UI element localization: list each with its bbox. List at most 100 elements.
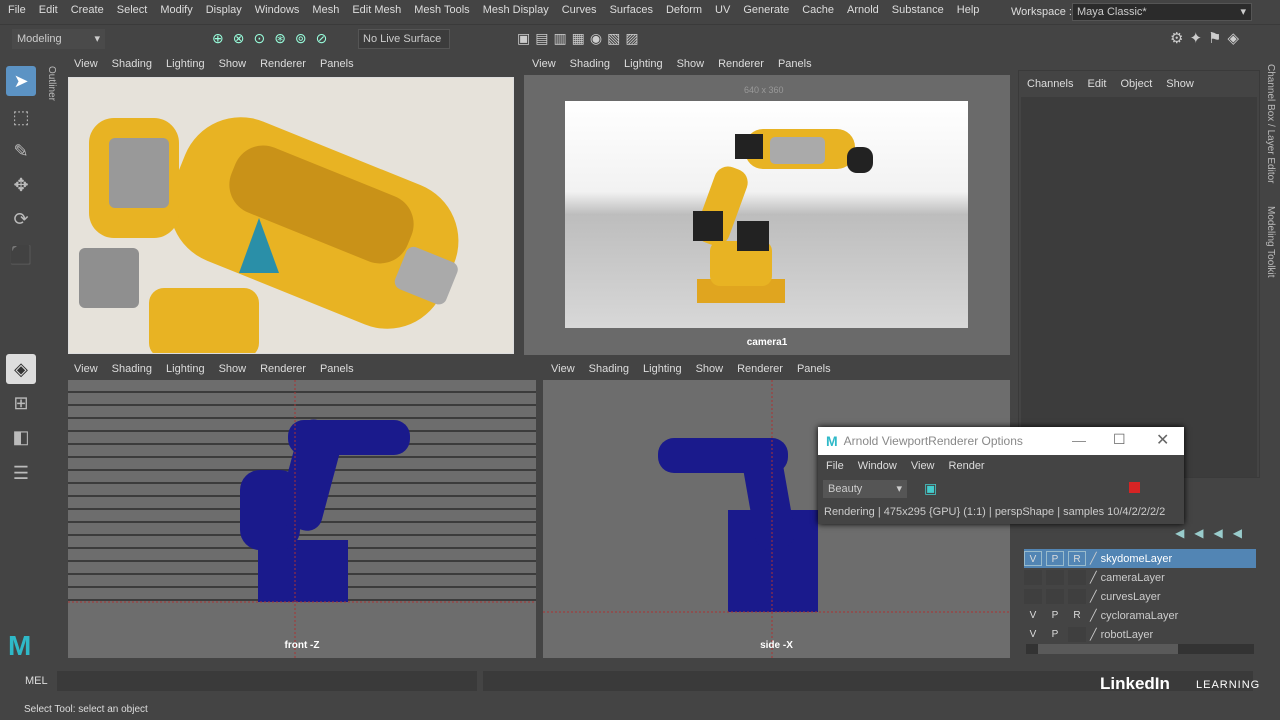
menu-lighting[interactable]: Lighting <box>643 363 682 375</box>
move-tool-button[interactable]: ✥ <box>6 170 36 200</box>
menu-arnold[interactable]: Arnold <box>847 4 879 16</box>
single-view-button[interactable]: ◈ <box>6 354 36 384</box>
menu-view[interactable]: View <box>74 58 98 70</box>
four-view-button[interactable]: ⊞ <box>6 388 36 418</box>
snap-icons[interactable]: ⊕⊗⊙⊛⊚⊘ <box>212 30 336 47</box>
menu-renderer[interactable]: Renderer <box>260 363 306 375</box>
render-toggle[interactable] <box>1068 589 1086 604</box>
menu-view[interactable]: View <box>551 363 575 375</box>
menu-shading[interactable]: Shading <box>589 363 629 375</box>
render-toggle[interactable]: R <box>1068 551 1086 566</box>
render-toggle[interactable]: R <box>1068 608 1086 623</box>
menu-show[interactable]: Show <box>696 363 724 375</box>
menu-help[interactable]: Help <box>957 4 980 16</box>
menu-edit-mesh[interactable]: Edit Mesh <box>352 4 401 16</box>
menu-edit[interactable]: Edit <box>39 4 58 16</box>
menu-surfaces[interactable]: Surfaces <box>610 4 653 16</box>
channel-box-tab[interactable]: Channel Box / Layer Editor <box>1265 64 1276 184</box>
panel-toggle-icons[interactable]: ⚙✦⚑◈ <box>1170 29 1245 47</box>
playback-toggle[interactable] <box>1046 589 1064 604</box>
menu-window[interactable]: Window <box>858 460 897 472</box>
menu-file[interactable]: File <box>826 460 844 472</box>
menu-view[interactable]: View <box>74 363 98 375</box>
menu-renderer[interactable]: Renderer <box>737 363 783 375</box>
menu-cache[interactable]: Cache <box>802 4 834 16</box>
menu-panels[interactable]: Panels <box>778 58 812 70</box>
menu-renderer[interactable]: Renderer <box>718 58 764 70</box>
render-toggle[interactable] <box>1068 627 1086 642</box>
menu-uv[interactable]: UV <box>715 4 730 16</box>
menu-view[interactable]: View <box>911 460 935 472</box>
playback-toggle[interactable]: P <box>1046 608 1064 623</box>
menu-select[interactable]: Select <box>117 4 148 16</box>
scale-tool-button[interactable]: ⬛ <box>6 240 36 270</box>
playback-toggle[interactable] <box>1046 570 1064 585</box>
menu-mesh-tools[interactable]: Mesh Tools <box>414 4 469 16</box>
menu-windows[interactable]: Windows <box>255 4 300 16</box>
render-icons[interactable]: ▣▤▥▦◉▧▨ <box>517 30 644 47</box>
outliner-layout-button[interactable]: ☰ <box>6 458 36 488</box>
menu-lighting[interactable]: Lighting <box>166 58 205 70</box>
dialog-title-bar[interactable]: M Arnold ViewportRenderer Options — ☐ ✕ <box>818 427 1184 455</box>
menu-show[interactable]: Show <box>1166 78 1194 90</box>
menu-panels[interactable]: Panels <box>320 58 354 70</box>
menu-create[interactable]: Create <box>71 4 104 16</box>
two-view-button[interactable]: ◧ <box>6 422 36 452</box>
visibility-toggle[interactable]: V <box>1024 551 1042 566</box>
mel-label[interactable]: MEL <box>25 675 48 687</box>
layer-row[interactable]: V P ╱ robotLayer <box>1024 625 1256 644</box>
live-surface-field[interactable]: No Live Surface <box>358 29 450 49</box>
menu-shading[interactable]: Shading <box>112 363 152 375</box>
menu-object[interactable]: Object <box>1120 78 1152 90</box>
layer-row[interactable]: V P R ╱ cycloramaLayer <box>1024 606 1256 625</box>
menu-channels[interactable]: Channels <box>1027 78 1073 90</box>
visibility-toggle[interactable]: V <box>1024 627 1042 642</box>
menu-curves[interactable]: Curves <box>562 4 597 16</box>
paint-select-tool-button[interactable]: ✎ <box>6 136 36 166</box>
region-render-icon[interactable]: ▣ <box>924 480 937 497</box>
modeling-toolkit-tab[interactable]: Modeling Toolkit <box>1265 206 1276 278</box>
mode-select[interactable]: Modeling ▾ <box>12 29 105 49</box>
menu-mesh-display[interactable]: Mesh Display <box>483 4 549 16</box>
menu-view[interactable]: View <box>532 58 556 70</box>
rotate-tool-button[interactable]: ⟳ <box>6 204 36 234</box>
menu-modify[interactable]: Modify <box>160 4 192 16</box>
menu-renderer[interactable]: Renderer <box>260 58 306 70</box>
menu-file[interactable]: File <box>8 4 26 16</box>
layer-row[interactable]: ╱ curvesLayer <box>1024 587 1256 606</box>
menu-edit[interactable]: Edit <box>1087 78 1106 90</box>
visibility-toggle[interactable]: V <box>1024 608 1042 623</box>
layer-row[interactable]: V P R ╱ skydomeLayer <box>1024 549 1256 568</box>
menu-generate[interactable]: Generate <box>743 4 789 16</box>
menu-shading[interactable]: Shading <box>112 58 152 70</box>
aov-select[interactable]: Beauty ▾ <box>823 480 907 498</box>
menu-panels[interactable]: Panels <box>797 363 831 375</box>
select-tool-button[interactable]: ➤ <box>6 66 36 96</box>
menu-substance[interactable]: Substance <box>892 4 944 16</box>
menu-show[interactable]: Show <box>677 58 705 70</box>
menu-shading[interactable]: Shading <box>570 58 610 70</box>
viewport-canvas[interactable]: front -Z <box>68 380 536 658</box>
menu-panels[interactable]: Panels <box>320 363 354 375</box>
layer-horizontal-scrollbar[interactable] <box>1026 644 1254 654</box>
command-input[interactable] <box>57 671 477 691</box>
menu-lighting[interactable]: Lighting <box>624 58 663 70</box>
arnold-render-view[interactable] <box>68 77 514 354</box>
layer-action-icons[interactable]: ◀◀◀◀ <box>1175 526 1252 540</box>
layer-row[interactable]: ╱ cameraLayer <box>1024 568 1256 587</box>
menu-lighting[interactable]: Lighting <box>166 363 205 375</box>
maximize-button[interactable]: ☐ <box>1113 431 1126 448</box>
viewport-canvas[interactable]: 640 x 360 640 x 360 camera1 <box>524 75 1010 355</box>
minimize-button[interactable]: — <box>1072 432 1086 448</box>
playback-toggle[interactable]: P <box>1046 627 1064 642</box>
menu-mesh[interactable]: Mesh <box>312 4 339 16</box>
menu-render[interactable]: Render <box>949 460 985 472</box>
outliner-tab[interactable]: Outliner <box>46 66 57 101</box>
menu-show[interactable]: Show <box>219 363 247 375</box>
menu-deform[interactable]: Deform <box>666 4 702 16</box>
visibility-toggle[interactable] <box>1024 589 1042 604</box>
lasso-tool-button[interactable]: ⬚ <box>6 102 36 132</box>
render-toggle[interactable] <box>1068 570 1086 585</box>
menu-show[interactable]: Show <box>219 58 247 70</box>
visibility-toggle[interactable] <box>1024 570 1042 585</box>
